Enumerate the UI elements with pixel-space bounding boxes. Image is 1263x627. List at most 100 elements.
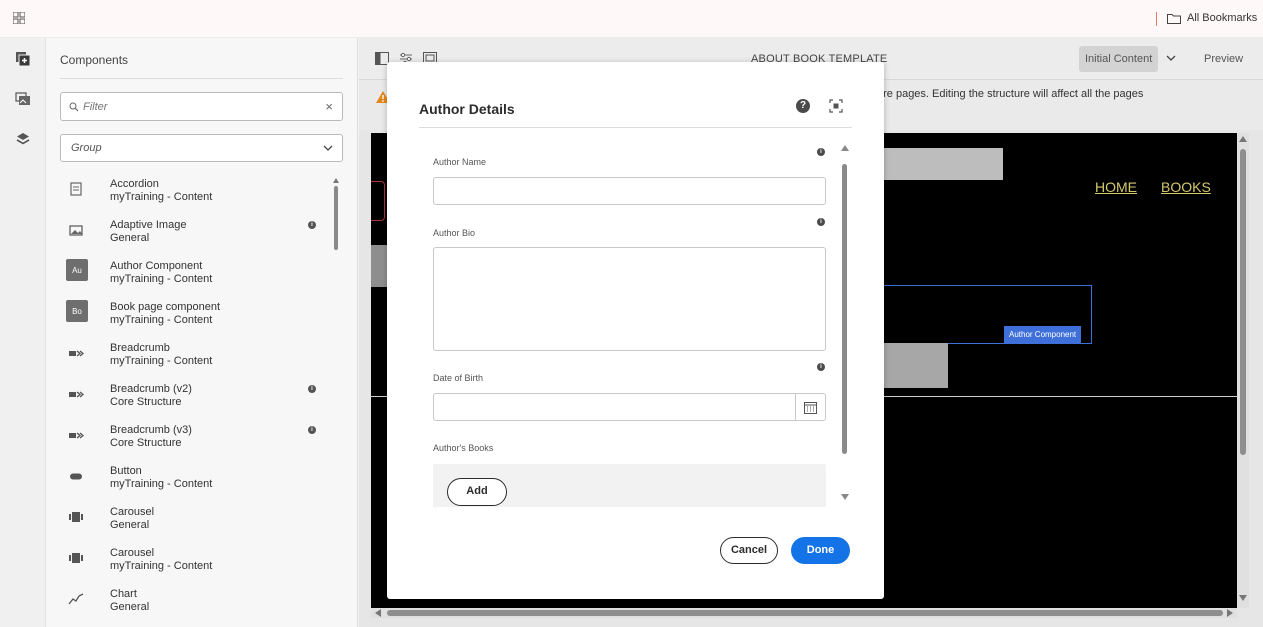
component-name: Breadcrumb xyxy=(110,342,170,354)
authors-books-label: Author's Books xyxy=(433,443,494,453)
warning-text: ore pages. Editing the structure will af… xyxy=(877,88,1144,100)
preview-button[interactable]: Preview xyxy=(1204,53,1243,65)
component-name: Carousel xyxy=(110,506,155,518)
top-bar: All Bookmarks xyxy=(0,0,1263,38)
breadcrumb-icon xyxy=(69,432,85,439)
info-icon[interactable]: i xyxy=(308,221,316,229)
group-select-value: Group xyxy=(71,142,102,154)
info-icon[interactable]: i xyxy=(308,385,316,393)
component-name: Adaptive Image xyxy=(110,219,187,231)
author-bio-label: Author Bio xyxy=(433,228,476,238)
accordion-icon xyxy=(70,182,82,196)
mode-select[interactable]: Initial Content xyxy=(1079,46,1159,72)
component-group: General xyxy=(110,519,150,531)
scroll-thumb[interactable] xyxy=(387,610,1223,616)
author-details-dialog: Author Details ? Author Name i Author Bi… xyxy=(387,62,884,599)
logo-fragment xyxy=(371,181,385,221)
scroll-up-icon[interactable] xyxy=(841,145,849,151)
info-icon[interactable]: i xyxy=(817,363,825,371)
chevron-down-icon[interactable] xyxy=(1166,55,1176,61)
canvas-vertical-scrollbar[interactable] xyxy=(1237,133,1249,608)
group-select[interactable]: Group xyxy=(60,134,343,162)
list-item[interactable]: Accordion myTraining - Content xyxy=(60,174,320,212)
list-item[interactable]: Adaptive Image General i xyxy=(60,215,320,253)
clear-filter-icon[interactable]: × xyxy=(325,99,333,114)
list-item[interactable]: Bo Book page component myTraining - Cont… xyxy=(60,297,320,335)
all-bookmarks-link[interactable]: All Bookmarks xyxy=(1167,12,1257,24)
component-name: Carousel xyxy=(110,547,155,559)
canvas-horizontal-scrollbar[interactable] xyxy=(371,608,1237,618)
info-icon[interactable]: i xyxy=(308,426,316,434)
placeholder-block[interactable] xyxy=(882,343,948,388)
side-rail xyxy=(0,38,46,627)
component-name: Book page component xyxy=(110,301,221,313)
carousel-icon xyxy=(69,512,83,522)
apps-grid-icon[interactable] xyxy=(13,12,25,24)
search-icon xyxy=(69,102,79,112)
component-badge: Au xyxy=(66,259,88,281)
component-label[interactable]: Author Component xyxy=(1004,326,1082,344)
dialog-scrollbar[interactable] xyxy=(840,142,850,507)
dialog-title: Author Details xyxy=(419,101,515,117)
image-icon xyxy=(69,225,83,236)
scroll-left-icon[interactable] xyxy=(375,609,381,617)
list-item[interactable]: Breadcrumb (v3) Core Structure i xyxy=(60,420,320,458)
calendar-button[interactable] xyxy=(795,394,825,420)
component-group: General xyxy=(110,232,150,244)
component-name: Button xyxy=(110,465,142,477)
list-item[interactable]: Carousel General xyxy=(60,502,320,540)
list-item[interactable]: Button myTraining - Content xyxy=(60,461,320,499)
chevron-down-icon xyxy=(323,145,333,151)
component-name: Author Component xyxy=(110,260,203,272)
author-bio-textarea[interactable] xyxy=(433,247,826,351)
chart-icon xyxy=(68,593,84,605)
scroll-thumb[interactable] xyxy=(334,186,338,250)
assets-icon[interactable] xyxy=(15,91,31,107)
date-of-birth-label: Date of Birth xyxy=(433,373,484,383)
info-icon[interactable]: i xyxy=(817,218,825,226)
list-item[interactable]: Chart General xyxy=(60,584,320,622)
scroll-down-icon[interactable] xyxy=(841,494,849,500)
filter-field[interactable]: × xyxy=(60,92,343,121)
panel-divider xyxy=(60,78,343,79)
component-group: General xyxy=(110,601,150,613)
scroll-down-icon[interactable] xyxy=(1239,595,1247,601)
add-book-button[interactable]: Add xyxy=(447,478,507,506)
cancel-button[interactable]: Cancel xyxy=(720,537,778,564)
fullscreen-icon[interactable] xyxy=(829,99,843,113)
component-group: myTraining - Content xyxy=(110,560,213,572)
layers-icon[interactable] xyxy=(15,131,31,147)
scroll-thumb[interactable] xyxy=(842,164,847,454)
nav-link-books[interactable]: BOOKS xyxy=(1161,179,1211,195)
list-item[interactable]: Au Author Component myTraining - Content xyxy=(60,256,320,294)
component-name: Accordion xyxy=(110,178,159,190)
component-group: myTraining - Content xyxy=(110,314,213,326)
dialog-form: Author Name i Author Bio i Date of Birth… xyxy=(417,142,837,507)
component-badge: Bo xyxy=(66,300,88,322)
scroll-right-icon[interactable] xyxy=(1227,609,1233,617)
list-item[interactable]: Breadcrumb (v2) Core Structure i xyxy=(60,379,320,417)
components-icon[interactable] xyxy=(15,51,31,67)
help-icon[interactable]: ? xyxy=(796,99,810,113)
list-item[interactable]: Breadcrumb myTraining - Content xyxy=(60,338,320,376)
info-icon[interactable]: i xyxy=(817,148,825,156)
author-name-input[interactable] xyxy=(433,177,826,205)
done-button[interactable]: Done xyxy=(791,537,850,564)
component-group: myTraining - Content xyxy=(110,191,213,203)
filter-input[interactable] xyxy=(83,97,313,117)
date-of-birth-input[interactable] xyxy=(434,394,794,420)
folder-icon xyxy=(1167,13,1181,24)
component-group: myTraining - Content xyxy=(110,478,213,490)
placeholder-block[interactable] xyxy=(871,148,1003,180)
breadcrumb-icon xyxy=(69,391,85,398)
carousel-icon xyxy=(69,553,83,563)
scroll-thumb[interactable] xyxy=(1240,149,1246,455)
component-list-scrollbar[interactable] xyxy=(333,178,339,627)
nav-link-home[interactable]: HOME xyxy=(1095,179,1137,195)
button-icon xyxy=(70,473,82,480)
list-item[interactable]: Carousel myTraining - Content xyxy=(60,543,320,581)
date-of-birth-field[interactable] xyxy=(433,393,826,421)
component-name: Breadcrumb (v2) xyxy=(110,383,192,395)
scroll-up-icon[interactable] xyxy=(1239,136,1247,142)
scroll-up-icon[interactable] xyxy=(333,178,339,183)
